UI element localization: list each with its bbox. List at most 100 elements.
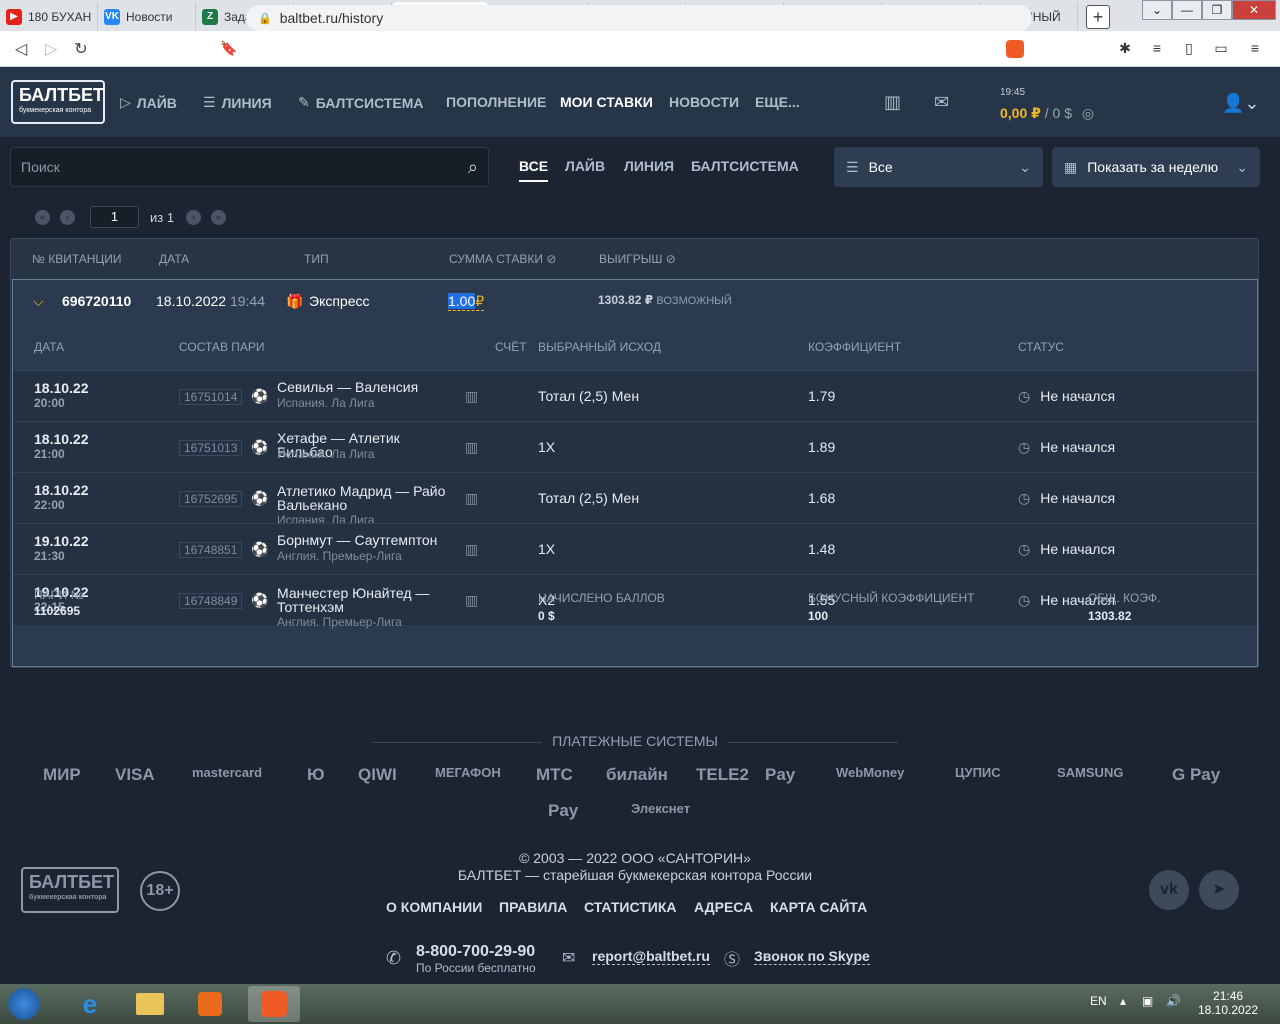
col-amount: СУММА СТАВКИ ⊘ xyxy=(449,252,557,266)
payment-logo: Pay xyxy=(548,801,579,820)
event-outcome: 1X xyxy=(538,541,556,557)
balance-main: 0,00 ₽ xyxy=(1000,105,1041,121)
pari-number: ПАРИ № 1102695 xyxy=(34,588,84,618)
filter-tab-3[interactable]: БАЛТСИСТЕМА xyxy=(691,158,799,174)
menu-icon[interactable]: ≡ xyxy=(1246,40,1264,58)
bet-row[interactable]: ⌵ 696720110 18.10.2022 19:44 🎁 Экспресс … xyxy=(12,279,1258,667)
volume-icon[interactable]: 🔊 xyxy=(1166,994,1181,1008)
start-icon[interactable] xyxy=(2,986,46,1022)
bet-date: 18.10.2022 19:44 xyxy=(156,293,266,309)
eye-icon[interactable]: ◎ xyxy=(1082,105,1094,121)
prev-page-icon[interactable]: ‹ xyxy=(60,210,75,225)
vk-icon[interactable]: vk xyxy=(1149,870,1189,910)
back-icon[interactable]: ◁ xyxy=(6,39,36,59)
close-window-icon[interactable]: ✕ xyxy=(1232,0,1276,20)
language-indicator[interactable]: EN xyxy=(1090,994,1107,1008)
bets-table: № КВИТАНЦИИ ДАТА ТИП СУММА СТАВКИ ⊘ ВЫИГ… xyxy=(10,238,1259,668)
tagline: БАЛТБЕТ — старейшая букмекерская контора… xyxy=(457,867,813,883)
last-page-icon[interactable]: » xyxy=(211,210,226,225)
event-id: 16748849 xyxy=(179,593,243,609)
bet-amount: 1.00₽ xyxy=(448,293,485,311)
stats-icon[interactable]: ▥ xyxy=(884,92,901,113)
user-icon[interactable]: 👤⌄ xyxy=(1222,93,1260,114)
bet-win: 1303.82 ₽ ВОЗМОЖНЫЙ xyxy=(598,293,732,307)
reload-icon[interactable]: ↻ xyxy=(66,39,96,59)
payment-logo: QIWI xyxy=(358,765,397,784)
ie-icon[interactable]: e xyxy=(64,986,116,1022)
nav-item-5[interactable]: НОВОСТИ xyxy=(669,94,739,110)
payment-logo: МЕГАФОН xyxy=(435,765,501,780)
sidebar-icon[interactable]: ▯ xyxy=(1180,40,1198,58)
footer-link-3[interactable]: АДРЕСА xyxy=(694,899,753,915)
clock[interactable]: 21:46 18.10.2022 xyxy=(1198,989,1258,1017)
media-player-icon[interactable] xyxy=(184,986,236,1022)
sub-col-event: СОСТАВ ПАРИ xyxy=(179,340,265,354)
footer-link-0[interactable]: О КОМПАНИИ xyxy=(386,899,482,915)
footer-link-2[interactable]: СТАТИСТИКА xyxy=(584,899,677,915)
bookmark-icon[interactable]: 🔖 xyxy=(220,40,237,57)
explorer-icon[interactable] xyxy=(124,986,176,1022)
nav-item-0[interactable]: ▷ ЛАЙВ xyxy=(120,94,177,111)
baltbet-logo[interactable]: БАЛТБЕТ букмекерская контора xyxy=(11,80,105,124)
bonus-coef: БОНУСНЫЙ КОЭФФИЦИЕНТ 100 xyxy=(808,591,975,623)
url-text: baltbet.ru/history xyxy=(279,10,384,26)
footer-link-1[interactable]: ПРАВИЛА xyxy=(499,899,567,915)
nav-item-4[interactable]: МОИ СТАВКИ xyxy=(560,94,653,110)
extensions-icon[interactable]: ✱ xyxy=(1116,40,1134,58)
first-page-icon[interactable]: « xyxy=(35,210,50,225)
tray-arrow-icon[interactable]: ▴ xyxy=(1120,994,1126,1008)
mail-icon: ✉ xyxy=(562,950,576,967)
clock-icon: ◷ xyxy=(1018,490,1031,506)
payment-logo: SAMSUNG xyxy=(1057,765,1124,780)
eye-off-icon[interactable]: ⊘ xyxy=(666,252,676,266)
mail-icon[interactable]: ✉ xyxy=(934,92,949,113)
stats-icon[interactable]: ▥ xyxy=(465,439,478,456)
email-link[interactable]: report@baltbet.ru xyxy=(592,948,710,965)
stats-icon[interactable]: ▥ xyxy=(465,592,478,609)
balance-rest: / 0 $ xyxy=(1040,105,1073,121)
eye-off-icon[interactable]: ⊘ xyxy=(546,252,556,266)
forward-icon[interactable]: ▷ xyxy=(36,39,66,59)
maximize-icon[interactable]: ❐ xyxy=(1202,0,1232,20)
stats-icon[interactable]: ▥ xyxy=(465,541,478,558)
wallet-icon[interactable]: ▭ xyxy=(1212,40,1230,58)
page-number-input[interactable]: 1 xyxy=(90,206,139,228)
filter-tab-0[interactable]: ВСЕ xyxy=(519,158,549,182)
phone-icon: ✆ xyxy=(386,948,402,968)
points: НАЧИСЛЕНО БАЛЛОВ 0 $ xyxy=(538,591,665,623)
browser-tab[interactable]: ▶ 180 БУХАН xyxy=(0,2,98,31)
stats-icon[interactable]: ▥ xyxy=(465,388,478,405)
stats-icon[interactable]: ▥ xyxy=(465,490,478,507)
brave-taskbar-icon[interactable] xyxy=(248,986,300,1022)
search-icon[interactable]: ⌕ xyxy=(468,148,478,186)
period-select[interactable]: ▦ Показать за неделю ⌄ xyxy=(1052,147,1260,187)
table-row: 19.10.22 21:30 16748851 ⚽ Борнмут — Саутгемп… xyxy=(13,523,1257,574)
total-coef: ОБЩ. КОЭФ. 1303.82 xyxy=(1088,591,1161,623)
new-tab-button[interactable]: + xyxy=(1086,5,1110,29)
minimize-icon[interactable]: — xyxy=(1172,0,1202,20)
bet-type: Экспресс xyxy=(309,293,370,309)
search-input[interactable]: Поиск ⌕ xyxy=(10,147,489,187)
address-bar[interactable]: 🔒 baltbet.ru/history xyxy=(246,5,1032,31)
phone[interactable]: 8-800-700-29-90 По России бесплатно xyxy=(416,943,536,975)
tab-search-icon[interactable]: ⌄ xyxy=(1142,0,1172,20)
playlist-icon[interactable]: ≡ xyxy=(1148,40,1166,58)
nav-item-6[interactable]: ЕЩЕ... xyxy=(755,94,800,110)
chevron-down-icon[interactable]: ⌵ xyxy=(33,293,44,310)
brave-shield-icon[interactable] xyxy=(1006,40,1024,58)
event-league: Англия. Премьер-Лига xyxy=(277,549,402,563)
filter-tab-1[interactable]: ЛАЙВ xyxy=(565,158,605,174)
footer-link-4[interactable]: КАРТА САЙТА xyxy=(770,899,867,915)
event-outcome: 1X xyxy=(538,439,556,455)
skype-link[interactable]: Звонок по Skype xyxy=(754,948,870,965)
type-select[interactable]: ☰ Все ⌄ xyxy=(834,147,1043,187)
nav-item-1[interactable]: ☰ ЛИНИЯ xyxy=(203,94,272,111)
calendar-icon: ▦ xyxy=(1064,158,1078,175)
browser-tab[interactable]: VK Новости xyxy=(98,2,196,31)
telegram-icon[interactable]: ➤ xyxy=(1199,870,1239,910)
next-page-icon[interactable]: › xyxy=(186,210,201,225)
network-icon[interactable]: ▣ xyxy=(1142,994,1153,1008)
filter-tab-2[interactable]: ЛИНИЯ xyxy=(624,158,674,174)
nav-item-3[interactable]: ПОПОЛНЕНИЕ xyxy=(446,94,546,110)
nav-item-2[interactable]: ✎ БАЛТСИСТЕМА xyxy=(298,94,424,111)
